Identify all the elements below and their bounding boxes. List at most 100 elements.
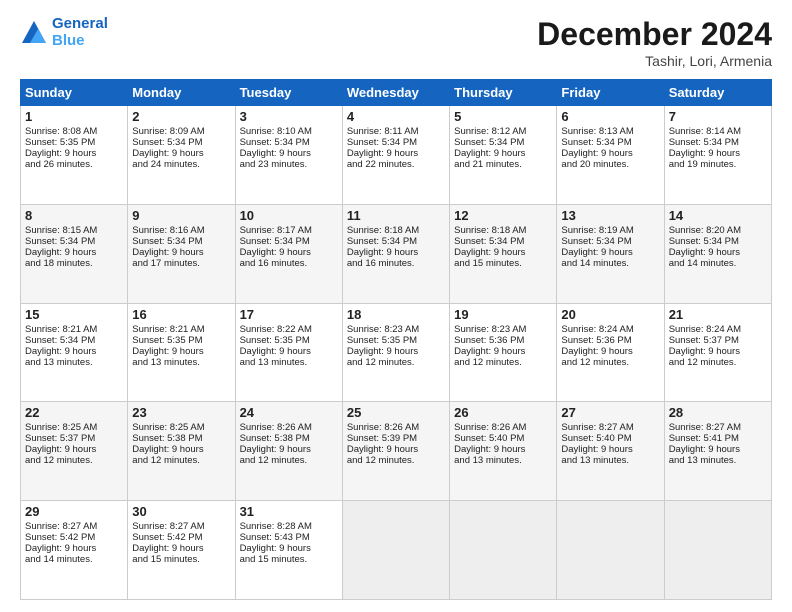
cell-text: Sunrise: 8:27 AM xyxy=(132,521,230,532)
cell-text: Daylight: 9 hours xyxy=(454,444,552,455)
calendar-cell: 22Sunrise: 8:25 AMSunset: 5:37 PMDayligh… xyxy=(21,402,128,501)
cell-text: Daylight: 9 hours xyxy=(347,346,445,357)
cell-text: and 22 minutes. xyxy=(347,159,445,170)
day-number: 19 xyxy=(454,307,552,322)
calendar-cell: 14Sunrise: 8:20 AMSunset: 5:34 PMDayligh… xyxy=(664,204,771,303)
calendar-cell xyxy=(664,501,771,600)
calendar-cell: 5Sunrise: 8:12 AMSunset: 5:34 PMDaylight… xyxy=(450,106,557,205)
day-number: 11 xyxy=(347,208,445,223)
cell-text: Sunrise: 8:10 AM xyxy=(240,126,338,137)
cell-text: Daylight: 9 hours xyxy=(561,148,659,159)
calendar-cell: 30Sunrise: 8:27 AMSunset: 5:42 PMDayligh… xyxy=(128,501,235,600)
cell-text: Daylight: 9 hours xyxy=(669,444,767,455)
day-number: 2 xyxy=(132,109,230,124)
month-title: December 2024 xyxy=(537,16,772,53)
calendar-cell: 8Sunrise: 8:15 AMSunset: 5:34 PMDaylight… xyxy=(21,204,128,303)
logo: General Blue xyxy=(20,16,108,49)
cell-text: Sunrise: 8:09 AM xyxy=(132,126,230,137)
calendar-body: 1Sunrise: 8:08 AMSunset: 5:35 PMDaylight… xyxy=(21,106,772,600)
calendar-cell: 28Sunrise: 8:27 AMSunset: 5:41 PMDayligh… xyxy=(664,402,771,501)
header: General Blue December 2024 Tashir, Lori,… xyxy=(20,16,772,69)
calendar-cell: 9Sunrise: 8:16 AMSunset: 5:34 PMDaylight… xyxy=(128,204,235,303)
cell-text: Sunrise: 8:19 AM xyxy=(561,225,659,236)
cell-text: Sunset: 5:43 PM xyxy=(240,532,338,543)
cell-text: and 13 minutes. xyxy=(561,455,659,466)
day-header-sunday: Sunday xyxy=(21,80,128,106)
cell-text: Sunset: 5:35 PM xyxy=(347,335,445,346)
cell-text: Sunrise: 8:13 AM xyxy=(561,126,659,137)
logo-icon xyxy=(20,19,48,47)
day-number: 15 xyxy=(25,307,123,322)
cell-text: Daylight: 9 hours xyxy=(240,444,338,455)
cell-text: Sunrise: 8:08 AM xyxy=(25,126,123,137)
day-number: 8 xyxy=(25,208,123,223)
cell-text: Daylight: 9 hours xyxy=(454,148,552,159)
day-number: 24 xyxy=(240,405,338,420)
cell-text: and 14 minutes. xyxy=(25,554,123,565)
cell-text: Sunset: 5:34 PM xyxy=(669,236,767,247)
day-number: 10 xyxy=(240,208,338,223)
day-number: 26 xyxy=(454,405,552,420)
cell-text: Daylight: 9 hours xyxy=(240,346,338,357)
cell-text: Sunset: 5:40 PM xyxy=(561,433,659,444)
cell-text: Daylight: 9 hours xyxy=(669,148,767,159)
cell-text: Sunset: 5:34 PM xyxy=(347,137,445,148)
calendar-cell: 11Sunrise: 8:18 AMSunset: 5:34 PMDayligh… xyxy=(342,204,449,303)
day-number: 20 xyxy=(561,307,659,322)
cell-text: Sunrise: 8:27 AM xyxy=(561,422,659,433)
calendar-table: SundayMondayTuesdayWednesdayThursdayFrid… xyxy=(20,79,772,600)
cell-text: Daylight: 9 hours xyxy=(347,444,445,455)
cell-text: Sunset: 5:35 PM xyxy=(25,137,123,148)
cell-text: Daylight: 9 hours xyxy=(240,148,338,159)
calendar-cell: 27Sunrise: 8:27 AMSunset: 5:40 PMDayligh… xyxy=(557,402,664,501)
cell-text: and 23 minutes. xyxy=(240,159,338,170)
cell-text: Sunset: 5:34 PM xyxy=(132,137,230,148)
cell-text: Daylight: 9 hours xyxy=(132,346,230,357)
cell-text: Sunset: 5:34 PM xyxy=(132,236,230,247)
location: Tashir, Lori, Armenia xyxy=(537,53,772,69)
day-number: 31 xyxy=(240,504,338,519)
day-number: 1 xyxy=(25,109,123,124)
day-number: 21 xyxy=(669,307,767,322)
cell-text: and 12 minutes. xyxy=(561,357,659,368)
cell-text: Sunrise: 8:17 AM xyxy=(240,225,338,236)
calendar-cell xyxy=(450,501,557,600)
cell-text: and 13 minutes. xyxy=(240,357,338,368)
day-number: 29 xyxy=(25,504,123,519)
cell-text: Sunset: 5:34 PM xyxy=(240,137,338,148)
title-block: December 2024 Tashir, Lori, Armenia xyxy=(537,16,772,69)
cell-text: and 12 minutes. xyxy=(25,455,123,466)
calendar-cell: 21Sunrise: 8:24 AMSunset: 5:37 PMDayligh… xyxy=(664,303,771,402)
cell-text: and 17 minutes. xyxy=(132,258,230,269)
cell-text: Daylight: 9 hours xyxy=(132,543,230,554)
cell-text: Daylight: 9 hours xyxy=(454,346,552,357)
cell-text: Sunrise: 8:21 AM xyxy=(132,324,230,335)
calendar-cell: 19Sunrise: 8:23 AMSunset: 5:36 PMDayligh… xyxy=(450,303,557,402)
cell-text: Sunset: 5:34 PM xyxy=(240,236,338,247)
cell-text: Daylight: 9 hours xyxy=(25,444,123,455)
cell-text: Sunset: 5:36 PM xyxy=(454,335,552,346)
cell-text: Sunset: 5:34 PM xyxy=(25,236,123,247)
cell-text: Daylight: 9 hours xyxy=(561,444,659,455)
cell-text: Daylight: 9 hours xyxy=(347,247,445,258)
cell-text: Sunrise: 8:15 AM xyxy=(25,225,123,236)
day-number: 12 xyxy=(454,208,552,223)
day-header-friday: Friday xyxy=(557,80,664,106)
calendar-cell: 24Sunrise: 8:26 AMSunset: 5:38 PMDayligh… xyxy=(235,402,342,501)
cell-text: Sunrise: 8:22 AM xyxy=(240,324,338,335)
calendar-week-5: 29Sunrise: 8:27 AMSunset: 5:42 PMDayligh… xyxy=(21,501,772,600)
cell-text: and 15 minutes. xyxy=(240,554,338,565)
cell-text: Daylight: 9 hours xyxy=(25,148,123,159)
cell-text: Daylight: 9 hours xyxy=(25,543,123,554)
cell-text: Sunrise: 8:18 AM xyxy=(454,225,552,236)
cell-text: and 13 minutes. xyxy=(669,455,767,466)
cell-text: Sunrise: 8:14 AM xyxy=(669,126,767,137)
cell-text: Sunrise: 8:16 AM xyxy=(132,225,230,236)
day-header-saturday: Saturday xyxy=(664,80,771,106)
cell-text: Sunrise: 8:27 AM xyxy=(25,521,123,532)
cell-text: and 12 minutes. xyxy=(669,357,767,368)
cell-text: Sunset: 5:40 PM xyxy=(454,433,552,444)
day-number: 13 xyxy=(561,208,659,223)
day-number: 5 xyxy=(454,109,552,124)
calendar-cell: 26Sunrise: 8:26 AMSunset: 5:40 PMDayligh… xyxy=(450,402,557,501)
